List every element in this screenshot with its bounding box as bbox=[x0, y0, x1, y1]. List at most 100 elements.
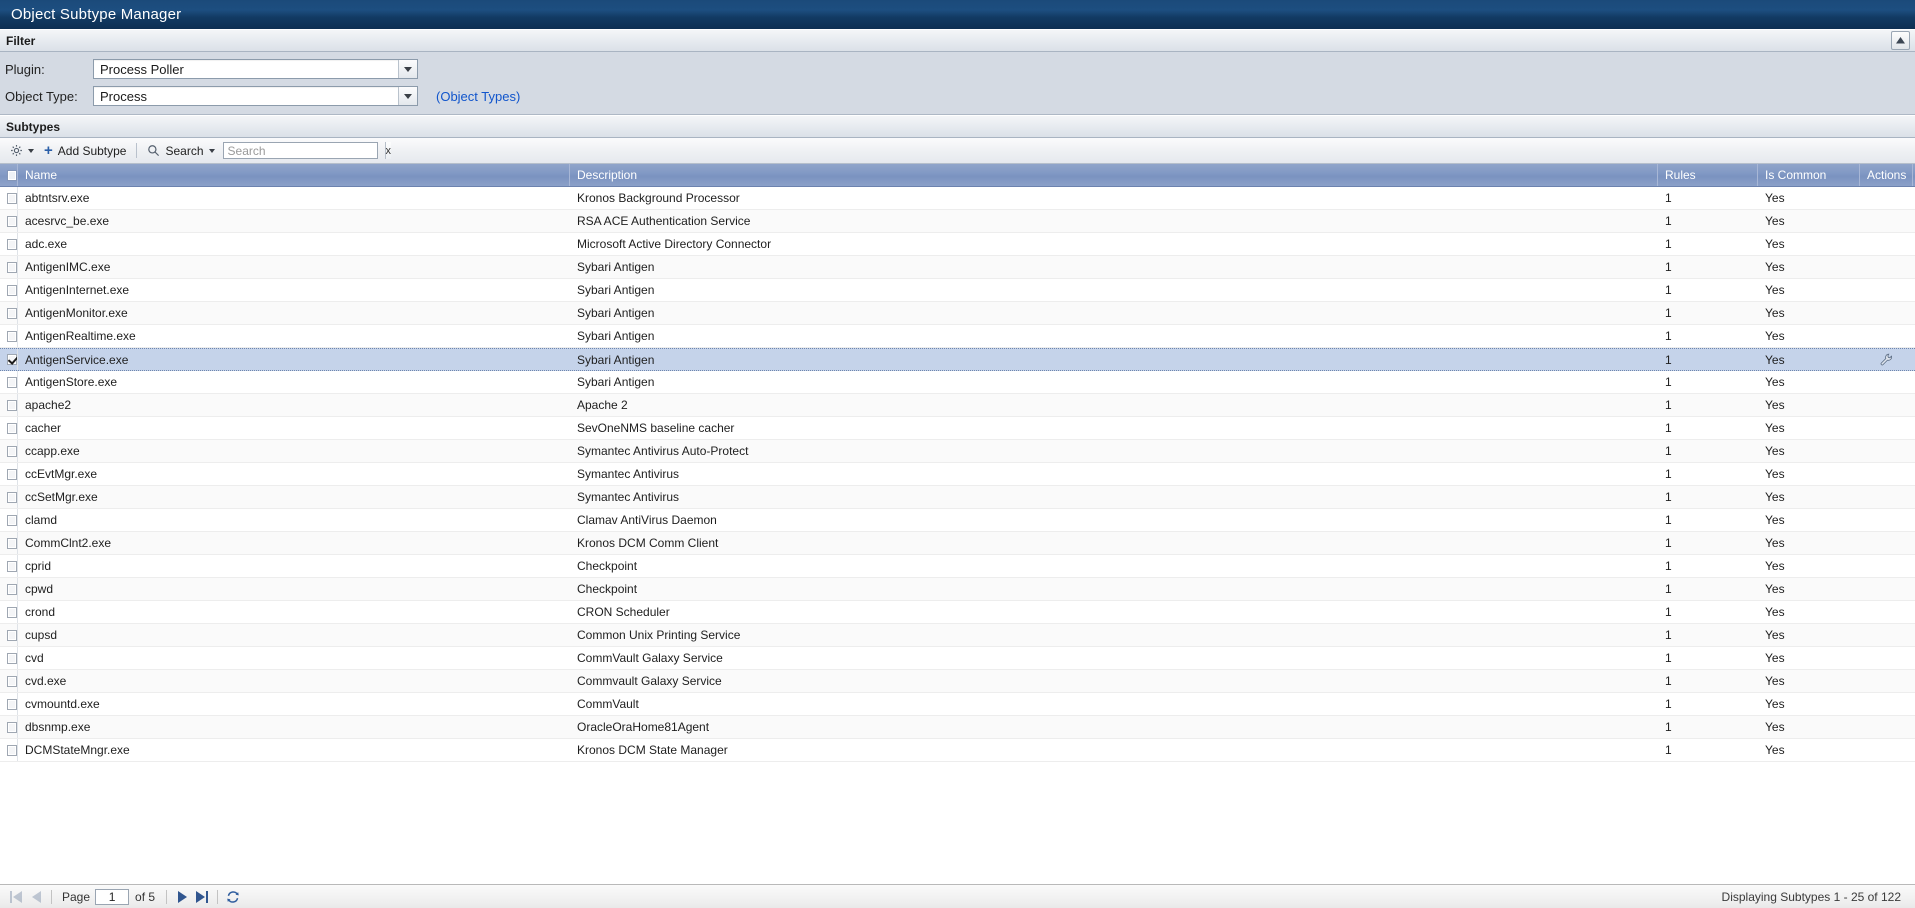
table-row[interactable]: apache2 Apache 2 1 Yes bbox=[0, 394, 1915, 417]
row-checkbox[interactable] bbox=[7, 445, 17, 457]
column-header-name[interactable]: Name bbox=[18, 164, 570, 186]
collapse-up-icon[interactable] bbox=[1891, 31, 1910, 50]
row-select-cell[interactable] bbox=[0, 647, 18, 669]
row-checkbox[interactable] bbox=[7, 468, 17, 480]
table-row[interactable]: ccEvtMgr.exe Symantec Antivirus 1 Yes bbox=[0, 463, 1915, 486]
row-action-wrench-icon[interactable] bbox=[1860, 233, 1913, 255]
row-checkbox[interactable] bbox=[7, 399, 17, 411]
row-checkbox[interactable] bbox=[7, 537, 17, 549]
table-row[interactable]: cvmountd.exe CommVault 1 Yes bbox=[0, 693, 1915, 716]
table-row[interactable]: cacher SevOneNMS baseline cacher 1 Yes bbox=[0, 417, 1915, 440]
row-action-wrench-icon[interactable] bbox=[1860, 578, 1913, 600]
row-checkbox[interactable] bbox=[7, 583, 17, 595]
table-row[interactable]: AntigenMonitor.exe Sybari Antigen 1 Yes bbox=[0, 302, 1915, 325]
object-type-select[interactable]: Process bbox=[93, 86, 418, 106]
row-select-cell[interactable] bbox=[0, 417, 18, 439]
row-action-wrench-icon[interactable] bbox=[1860, 601, 1913, 623]
row-select-cell[interactable] bbox=[0, 279, 18, 301]
row-checkbox[interactable] bbox=[7, 354, 17, 365]
row-select-cell[interactable] bbox=[0, 394, 18, 416]
row-action-wrench-icon[interactable] bbox=[1860, 187, 1913, 209]
row-action-wrench-icon[interactable] bbox=[1860, 210, 1913, 232]
chevron-down-icon[interactable] bbox=[398, 60, 417, 78]
table-row[interactable]: AntigenStore.exe Sybari Antigen 1 Yes bbox=[0, 371, 1915, 394]
row-checkbox[interactable] bbox=[7, 330, 17, 342]
row-checkbox[interactable] bbox=[7, 422, 17, 434]
next-page-icon[interactable] bbox=[172, 887, 192, 906]
table-row[interactable]: cpwd Checkpoint 1 Yes bbox=[0, 578, 1915, 601]
row-action-wrench-icon[interactable] bbox=[1860, 739, 1913, 761]
last-page-icon[interactable] bbox=[192, 887, 212, 906]
grid-options-button[interactable] bbox=[5, 140, 39, 161]
row-action-wrench-icon[interactable] bbox=[1860, 647, 1913, 669]
table-row[interactable]: AntigenService.exe Sybari Antigen 1 Yes bbox=[0, 348, 1915, 371]
row-checkbox[interactable] bbox=[7, 514, 17, 526]
row-select-cell[interactable] bbox=[0, 624, 18, 646]
row-action-wrench-icon[interactable] bbox=[1860, 279, 1913, 301]
row-select-cell[interactable] bbox=[0, 463, 18, 485]
chevron-down-icon[interactable] bbox=[398, 87, 417, 105]
row-action-wrench-icon[interactable] bbox=[1860, 670, 1913, 692]
row-checkbox[interactable] bbox=[7, 192, 17, 204]
row-select-cell[interactable] bbox=[0, 555, 18, 577]
table-row[interactable]: AntigenIMC.exe Sybari Antigen 1 Yes bbox=[0, 256, 1915, 279]
row-checkbox[interactable] bbox=[7, 698, 17, 710]
row-checkbox[interactable] bbox=[7, 629, 17, 641]
row-select-cell[interactable] bbox=[0, 693, 18, 715]
table-row[interactable]: cvd CommVault Galaxy Service 1 Yes bbox=[0, 647, 1915, 670]
row-action-wrench-icon[interactable] bbox=[1860, 716, 1913, 738]
column-header-is-common[interactable]: Is Common bbox=[1758, 164, 1860, 186]
row-select-cell[interactable] bbox=[0, 739, 18, 761]
table-row[interactable]: cvd.exe Commvault Galaxy Service 1 Yes bbox=[0, 670, 1915, 693]
row-checkbox[interactable] bbox=[7, 307, 17, 319]
row-select-cell[interactable] bbox=[0, 302, 18, 324]
row-action-wrench-icon[interactable] bbox=[1860, 509, 1913, 531]
row-select-cell[interactable] bbox=[0, 349, 18, 370]
table-row[interactable]: clamd Clamav AntiVirus Daemon 1 Yes bbox=[0, 509, 1915, 532]
row-action-wrench-icon[interactable] bbox=[1860, 325, 1913, 347]
table-row[interactable]: abtntsrv.exe Kronos Background Processor 1… bbox=[0, 187, 1915, 210]
previous-page-icon[interactable] bbox=[26, 887, 46, 906]
row-select-cell[interactable] bbox=[0, 325, 18, 347]
table-row[interactable]: acesrvc_be.exe RSA ACE Authentication Ser… bbox=[0, 210, 1915, 233]
table-row[interactable]: CommClnt2.exe Kronos DCM Comm Client 1 Yes bbox=[0, 532, 1915, 555]
select-all-checkbox[interactable] bbox=[7, 169, 17, 181]
row-select-cell[interactable] bbox=[0, 578, 18, 600]
table-row[interactable]: AntigenInternet.exe Sybari Antigen 1 Yes bbox=[0, 279, 1915, 302]
row-select-cell[interactable] bbox=[0, 210, 18, 232]
row-action-wrench-icon[interactable] bbox=[1860, 302, 1913, 324]
table-row[interactable]: cprid Checkpoint 1 Yes bbox=[0, 555, 1915, 578]
row-action-wrench-icon[interactable] bbox=[1860, 486, 1913, 508]
row-select-cell[interactable] bbox=[0, 532, 18, 554]
table-row[interactable]: cupsd Common Unix Printing Service 1 Yes bbox=[0, 624, 1915, 647]
row-select-cell[interactable] bbox=[0, 486, 18, 508]
table-row[interactable]: adc.exe Microsoft Active Directory Connec… bbox=[0, 233, 1915, 256]
row-checkbox[interactable] bbox=[7, 606, 17, 618]
row-checkbox[interactable] bbox=[7, 560, 17, 572]
row-action-wrench-icon[interactable] bbox=[1860, 349, 1913, 370]
first-page-icon[interactable] bbox=[6, 887, 26, 906]
column-header-description[interactable]: Description bbox=[570, 164, 1658, 186]
table-row[interactable]: DCMStateMngr.exe Kronos DCM State Manager… bbox=[0, 739, 1915, 762]
table-row[interactable]: dbsnmp.exe OracleOraHome81Agent 1 Yes bbox=[0, 716, 1915, 739]
row-checkbox[interactable] bbox=[7, 284, 17, 296]
plugin-select[interactable]: Process Poller bbox=[93, 59, 418, 79]
row-checkbox[interactable] bbox=[7, 215, 17, 227]
row-select-cell[interactable] bbox=[0, 670, 18, 692]
row-checkbox[interactable] bbox=[7, 675, 17, 687]
table-row[interactable]: crond CRON Scheduler 1 Yes bbox=[0, 601, 1915, 624]
row-select-cell[interactable] bbox=[0, 233, 18, 255]
row-action-wrench-icon[interactable] bbox=[1860, 555, 1913, 577]
row-select-cell[interactable] bbox=[0, 371, 18, 393]
table-row[interactable]: AntigenRealtime.exe Sybari Antigen 1 Yes bbox=[0, 325, 1915, 348]
row-action-wrench-icon[interactable] bbox=[1860, 394, 1913, 416]
row-action-wrench-icon[interactable] bbox=[1860, 532, 1913, 554]
row-action-wrench-icon[interactable] bbox=[1860, 417, 1913, 439]
row-action-wrench-icon[interactable] bbox=[1860, 693, 1913, 715]
row-action-wrench-icon[interactable] bbox=[1860, 440, 1913, 462]
row-select-cell[interactable] bbox=[0, 509, 18, 531]
row-action-wrench-icon[interactable] bbox=[1860, 256, 1913, 278]
row-checkbox[interactable] bbox=[7, 744, 17, 756]
row-checkbox[interactable] bbox=[7, 491, 17, 503]
row-select-cell[interactable] bbox=[0, 716, 18, 738]
